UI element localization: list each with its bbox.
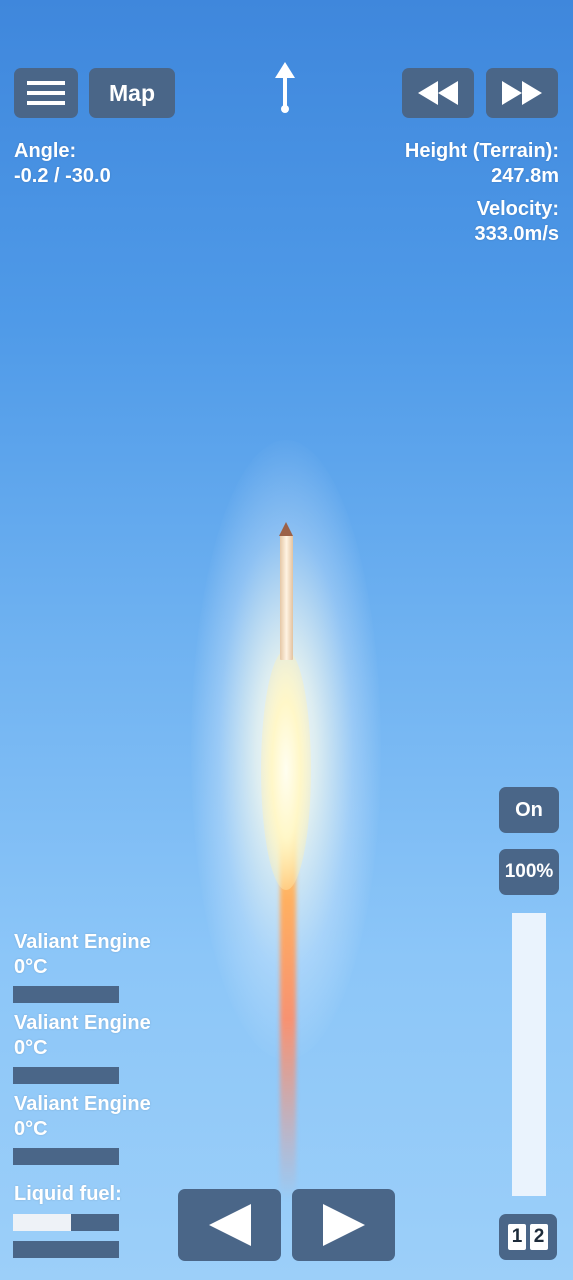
hamburger-menu-icon <box>27 81 65 105</box>
engine-heat-bar <box>13 1067 119 1084</box>
exhaust-core <box>261 650 311 890</box>
rocket <box>280 535 293 660</box>
map-button[interactable]: Map <box>89 68 175 118</box>
throttle-fill <box>512 913 546 1196</box>
stage-digit: 2 <box>530 1224 548 1250</box>
stage-button[interactable]: 1 2 <box>499 1214 557 1260</box>
height-value: 247.8m <box>491 165 559 187</box>
engine-name: Valiant Engine <box>14 1012 151 1034</box>
angle-label: Angle: <box>14 140 77 162</box>
left-arrow-icon <box>208 1204 251 1246</box>
rocket-nose <box>279 522 293 536</box>
engine-heat-bar <box>13 986 119 1003</box>
stage-fuel-fill <box>13 1214 72 1231</box>
fast-forward-button[interactable] <box>486 68 558 118</box>
engine-temp: 0°C <box>14 1118 48 1140</box>
engine-name: Valiant Engine <box>14 1093 151 1115</box>
engine-toggle-button[interactable]: On <box>499 787 559 833</box>
velocity-label: Velocity: <box>476 198 559 220</box>
rotate-right-button[interactable] <box>292 1189 395 1261</box>
total-fuel-bar <box>13 1241 119 1258</box>
engine-temp: 0°C <box>14 1037 48 1059</box>
engine-heat-bar <box>13 1148 119 1165</box>
rotate-left-button[interactable] <box>178 1189 281 1261</box>
engine-temp: 0°C <box>14 956 48 978</box>
up-arrow-icon <box>275 62 295 113</box>
throttle-readout: 100% <box>499 849 559 895</box>
fast-forward-icon <box>502 81 542 105</box>
angle-value: -0.2 / -30.0 <box>14 165 111 187</box>
throttle-slider[interactable] <box>512 913 546 1196</box>
velocity-value: 333.0m/s <box>474 223 559 245</box>
engine-name: Valiant Engine <box>14 931 151 953</box>
stage-fuel-bar <box>13 1214 119 1231</box>
liquid-fuel-label: Liquid fuel: <box>14 1183 122 1205</box>
rewind-icon <box>418 81 458 105</box>
menu-button[interactable] <box>14 68 78 118</box>
stage-digit: 1 <box>508 1224 526 1250</box>
rewind-button[interactable] <box>402 68 474 118</box>
right-arrow-icon <box>322 1204 365 1246</box>
height-label: Height (Terrain): <box>404 140 559 162</box>
